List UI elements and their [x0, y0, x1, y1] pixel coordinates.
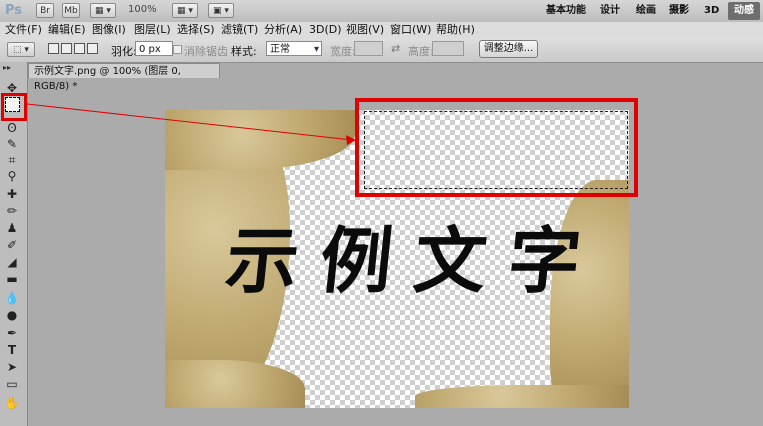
- artwork-text: 示例文字: [221, 218, 607, 303]
- width-input[interactable]: [354, 41, 383, 56]
- menu-filter[interactable]: 滤镜(T): [221, 23, 258, 37]
- quick-select-icon[interactable]: ✎: [4, 136, 20, 152]
- hand-icon[interactable]: ✋: [4, 395, 20, 411]
- eyedropper-icon[interactable]: ⚲: [4, 168, 20, 184]
- menu-analysis[interactable]: 分析(A): [264, 23, 302, 37]
- eraser-icon[interactable]: ◢: [4, 254, 20, 270]
- history-brush-icon[interactable]: ✐: [4, 237, 20, 253]
- paper-texture: [165, 110, 355, 170]
- options-bar: ⬚ ▾ 羽化: 0 px 消除锯齿 样式: 正常 ▾ 宽度: ⇄ 高度: 调整边缘…: [0, 38, 763, 63]
- paper-texture: [415, 385, 629, 408]
- style-select[interactable]: 正常 ▾: [266, 41, 322, 56]
- document-tab[interactable]: 示例文字.png @ 100% (图层 0, RGB/8) *: [28, 63, 220, 92]
- workspace-essentials[interactable]: 基本功能: [546, 3, 586, 19]
- workspace-3d[interactable]: 3D: [704, 3, 719, 19]
- height-label: 高度:: [408, 45, 434, 58]
- subtract-from-selection-icon[interactable]: [74, 43, 85, 54]
- zoom-level[interactable]: 100%: [128, 4, 157, 15]
- workspace-design[interactable]: 设计: [600, 3, 620, 19]
- type-icon[interactable]: T: [4, 342, 20, 358]
- workspace-painting[interactable]: 绘画: [636, 3, 656, 19]
- application-bar: Ps Br Mb ▦ ▾ 100% ▦ ▾ ▣ ▾ 基本功能 设计 绘画 摄影 …: [0, 0, 763, 23]
- bridge-button[interactable]: Br: [36, 3, 54, 18]
- add-to-selection-icon[interactable]: [61, 43, 72, 54]
- refine-edge-button[interactable]: 调整边缘...: [479, 40, 538, 58]
- brush-icon[interactable]: ✏: [4, 203, 20, 219]
- blur-icon[interactable]: 💧: [4, 290, 20, 306]
- dodge-icon[interactable]: ●: [4, 307, 20, 323]
- arrange-documents-button[interactable]: ▦ ▾: [172, 3, 198, 18]
- selection-highlight-box: [355, 98, 638, 197]
- chevron-down-icon: ▾: [313, 44, 319, 55]
- workspace-photography[interactable]: 摄影: [669, 3, 689, 19]
- pen-icon[interactable]: ✒: [4, 325, 20, 341]
- view-extras-button[interactable]: ▦ ▾: [90, 3, 116, 18]
- mini-bridge-button[interactable]: Mb: [62, 3, 80, 18]
- menu-image[interactable]: 图像(I): [92, 23, 126, 37]
- menu-file[interactable]: 文件(F): [5, 23, 42, 37]
- antialias-checkbox[interactable]: [173, 45, 182, 54]
- paper-texture: [165, 360, 305, 408]
- antialias-label: 消除锯齿: [184, 45, 228, 58]
- feather-input[interactable]: 0 px: [135, 41, 173, 56]
- menu-edit[interactable]: 编辑(E): [48, 23, 86, 37]
- menu-bar: 文件(F) 编辑(E) 图像(I) 图层(L) 选择(S) 滤镜(T) 分析(A…: [0, 22, 763, 38]
- menu-help[interactable]: 帮助(H): [436, 23, 475, 37]
- menu-view[interactable]: 视图(V): [346, 23, 384, 37]
- crop-icon[interactable]: ⌗: [4, 152, 20, 168]
- new-selection-icon[interactable]: [48, 43, 59, 54]
- menu-select[interactable]: 选择(S): [177, 23, 215, 37]
- marquee-tool-highlight: [1, 93, 27, 121]
- menu-window[interactable]: 窗口(W): [390, 23, 431, 37]
- lasso-icon[interactable]: ʘ: [4, 120, 20, 136]
- height-input[interactable]: [432, 41, 464, 56]
- screen-mode-button[interactable]: ▣ ▾: [208, 3, 234, 18]
- tool-preset-picker[interactable]: ⬚ ▾: [7, 42, 35, 57]
- style-value: 正常: [270, 44, 290, 55]
- menu-3d[interactable]: 3D(D): [309, 23, 342, 37]
- width-label: 宽度:: [330, 45, 356, 58]
- healing-brush-icon[interactable]: ✚: [4, 186, 20, 202]
- intersect-selection-icon[interactable]: [87, 43, 98, 54]
- shape-icon[interactable]: ▭: [4, 376, 20, 392]
- collapse-panel-icon[interactable]: ▸▸: [3, 63, 11, 72]
- path-select-icon[interactable]: ➤: [4, 359, 20, 375]
- workspace-motion[interactable]: 动感: [728, 2, 760, 20]
- menu-layer[interactable]: 图层(L): [134, 23, 171, 37]
- clone-stamp-icon[interactable]: ♟: [4, 220, 20, 236]
- swap-width-height-icon[interactable]: ⇄: [391, 42, 400, 55]
- style-label: 样式:: [231, 45, 257, 58]
- photoshop-logo: Ps: [5, 3, 23, 18]
- gradient-icon[interactable]: ▬: [4, 271, 20, 287]
- feather-label: 羽化:: [111, 45, 137, 58]
